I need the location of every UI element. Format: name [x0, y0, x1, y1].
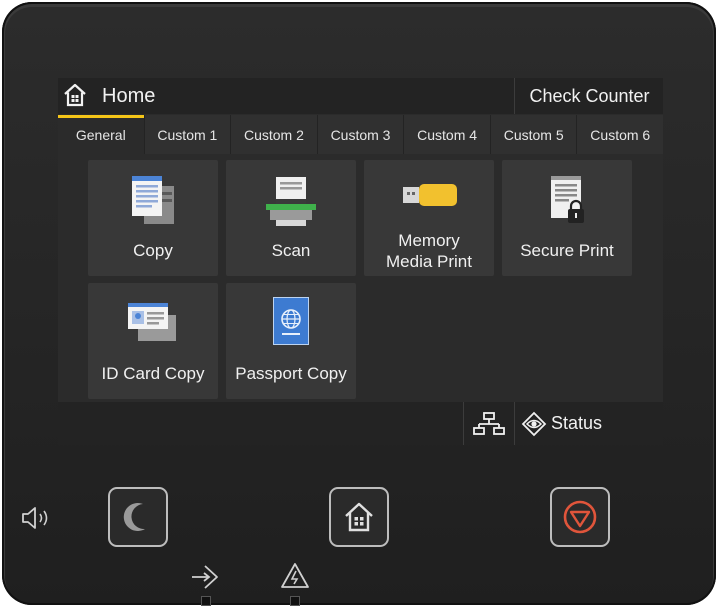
secure-print-label: Secure Print — [520, 241, 614, 260]
tab-custom-2[interactable]: Custom 2 — [231, 115, 318, 154]
passport-copy-label: Passport Copy — [235, 364, 347, 383]
secure-print-button[interactable]: Secure Print — [502, 160, 632, 276]
volume-icon — [22, 507, 48, 529]
page-title: Home — [102, 85, 156, 107]
touch-screen: Home Check Counter General Custom 1 Cust… — [58, 78, 663, 445]
memory-label-line2: Media Print — [386, 252, 472, 271]
passport-copy-button[interactable]: Passport Copy — [226, 283, 356, 399]
copy-label: Copy — [133, 241, 173, 260]
status-monitor-label: Status Monitor — [551, 413, 603, 433]
error-indicator-led — [290, 596, 300, 606]
tab-bar: General Custom 1 Custom 2 Custom 3 Custo… — [58, 115, 663, 154]
sleep-icon — [123, 502, 145, 531]
tab-custom-1[interactable]: Custom 1 — [144, 115, 232, 154]
stop-icon — [563, 500, 597, 534]
memory-media-print-button[interactable]: Memory Media Print — [364, 160, 494, 276]
tab-general[interactable]: General — [58, 115, 145, 154]
status-monitor-button[interactable]: Status Monitor — [514, 402, 663, 445]
usb-memory-icon — [403, 184, 457, 206]
stop-button[interactable] — [550, 487, 610, 547]
error-icon — [281, 563, 309, 588]
tab-custom-5[interactable]: Custom 5 — [490, 115, 578, 154]
id-card-icon — [128, 303, 176, 341]
top-bar: Home Check Counter — [58, 78, 663, 114]
scan-label: Scan — [271, 241, 311, 260]
status-bar: Status Monitor — [58, 402, 663, 445]
copy-icon — [132, 176, 174, 224]
passport-icon — [273, 297, 309, 345]
function-grid: Copy Scan Memory Media Print Secure Prin… — [88, 160, 648, 400]
tab-custom-4[interactable]: Custom 4 — [404, 115, 491, 154]
energy-saver-button[interactable] — [108, 487, 168, 547]
secure-print-icon — [551, 176, 584, 223]
home-icon[interactable] — [62, 82, 88, 108]
tab-custom-6[interactable]: Custom 6 — [577, 115, 663, 154]
id-card-copy-button[interactable]: ID Card Copy — [88, 283, 218, 399]
memory-label-line1: Memory — [398, 231, 460, 250]
scan-icon — [266, 177, 316, 226]
id-card-copy-label: ID Card Copy — [101, 364, 205, 383]
tab-custom-3[interactable]: Custom 3 — [317, 115, 405, 154]
network-icon — [473, 412, 505, 435]
scan-button[interactable]: Scan — [226, 160, 356, 276]
data-indicator-led — [201, 596, 211, 606]
home-hardware-button[interactable] — [329, 487, 389, 547]
data-in-icon — [192, 565, 218, 589]
network-button[interactable] — [463, 402, 514, 445]
copy-button[interactable]: Copy — [88, 160, 218, 276]
check-counter-button[interactable]: Check Counter — [514, 78, 663, 114]
eye-icon — [521, 411, 547, 437]
home-hw-icon — [345, 502, 373, 532]
